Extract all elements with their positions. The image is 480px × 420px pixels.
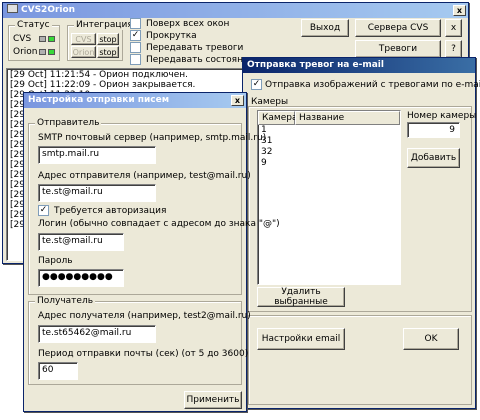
login-input[interactable]: te.st@mail.ru [38, 233, 124, 251]
table-cell: 9 [261, 158, 267, 168]
status-cvs-label: CVS [13, 34, 32, 44]
recipient-group-label: Получатель [35, 296, 96, 306]
cameras-table-header: Камера Название [258, 111, 400, 125]
table-row[interactable]: 9 [258, 158, 400, 169]
table-row[interactable]: 1 [258, 125, 400, 136]
stop-cvs-button[interactable]: stop [97, 33, 119, 45]
status-group-label: Статус [15, 20, 52, 30]
password-label: Пароль [38, 256, 73, 266]
help-button[interactable]: ? [445, 40, 462, 58]
password-input[interactable]: ●●●●●●●●● [38, 269, 124, 287]
on-top-checkbox[interactable] [130, 18, 141, 29]
cameras-table[interactable]: Камера Название 1 31 32 9 [257, 110, 401, 285]
table-row[interactable]: 32 [258, 147, 400, 158]
ok-button[interactable]: OK [403, 328, 459, 350]
status-cvs-led-gray [39, 35, 46, 45]
mail-settings-titlebar[interactable]: Настройка отправки писем x [24, 93, 246, 108]
status-orion-label: Orion [13, 47, 38, 57]
auth-checkbox[interactable]: ✓ [38, 205, 49, 216]
stop-orion-button[interactable]: stop [97, 46, 119, 58]
send-images-checkbox[interactable]: ✓ [251, 79, 262, 90]
exit-button[interactable]: Выход [301, 19, 349, 37]
send-images-label: Отправка изображений с тревогами по e-ma… [265, 80, 480, 90]
email-alarm-title: Отправка тревог на e-mail [247, 60, 384, 70]
servers-button[interactable]: Сервера CVS [355, 19, 441, 37]
smtp-input[interactable]: smtp.mail.ru [38, 146, 156, 164]
int-orion-button[interactable]: Orion [71, 46, 96, 58]
email-alarm-titlebar[interactable]: Отправка тревог на e-mail [243, 58, 475, 73]
main-title: CVS2Orion [21, 5, 76, 15]
mail-settings-title: Настройка отправки писем [28, 95, 170, 105]
alarms-button[interactable]: Тревоги [355, 40, 441, 58]
from-input[interactable]: te.st@mail.ru [38, 184, 156, 202]
alarms-checkbox[interactable] [130, 42, 141, 53]
camera-number-input[interactable]: 9 [407, 122, 460, 138]
col-name-header[interactable]: Название [295, 111, 400, 125]
add-camera-button[interactable]: Добавить [407, 148, 460, 168]
auth-label: Требуется авторизация [54, 206, 167, 216]
period-label: Период отправки почты (сек) (от 5 до 360… [38, 349, 249, 359]
apply-button[interactable]: Применить [184, 391, 242, 409]
to-label: Адрес получателя (например, test2@mail.r… [38, 311, 251, 321]
from-label: Адрес отправителя (например, test@mail.r… [38, 171, 251, 181]
sender-group-label: Отправитель [35, 118, 102, 128]
delete-selected-button[interactable]: Удалить выбранные [257, 287, 345, 307]
period-input[interactable]: 60 [38, 362, 78, 380]
close-icon[interactable]: x [231, 95, 244, 106]
app-icon [7, 4, 18, 13]
close-icon[interactable]: x [453, 5, 466, 16]
col-camera-header[interactable]: Камера [258, 111, 297, 125]
status-orion-led-gray [39, 48, 46, 58]
integration-group-label: Интеграция [74, 20, 135, 30]
mail-settings-window: Настройка отправки писем x Отправитель S… [23, 92, 280, 412]
main-titlebar[interactable]: CVS2Orion x [3, 3, 468, 18]
on-top-label: Поверх всех окон [146, 19, 230, 29]
to-input[interactable]: te.st65462@mail.ru [38, 325, 156, 343]
table-cell: 32 [261, 147, 273, 157]
login-label: Логин (обычно совпадает с адресом до зна… [38, 219, 280, 229]
table-row[interactable]: 31 [258, 136, 400, 147]
camera-number-label: Номер камеры [407, 111, 477, 121]
status-cvs-led-green [48, 35, 55, 45]
smtp-label: SMTP почтовый сервер (например, smtp.mai… [38, 133, 267, 143]
alarms-label: Передавать тревоги [146, 43, 244, 53]
email-alarm-window: Отправка тревог на e-mail ✓ Отправка изо… [242, 57, 480, 409]
state-checkbox[interactable] [130, 54, 141, 65]
scroll-checkbox[interactable]: ✓ [130, 30, 141, 41]
close-small-button[interactable]: x [445, 19, 462, 37]
int-cvs-button[interactable]: CVS [71, 33, 96, 45]
scroll-label: Прокрутка [146, 31, 197, 41]
email-settings-button[interactable]: Настройки email [257, 328, 345, 350]
status-orion-led-green [48, 48, 55, 58]
